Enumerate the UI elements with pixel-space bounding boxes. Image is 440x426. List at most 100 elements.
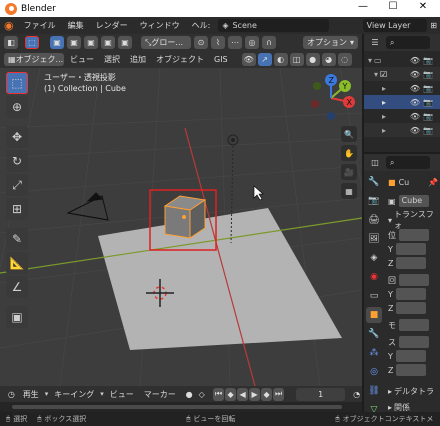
select-mode-subtract-icon[interactable]: ▣ bbox=[84, 36, 98, 49]
collection-tab-icon[interactable]: ▭ bbox=[366, 288, 382, 304]
menu-gis[interactable]: GIS bbox=[210, 55, 232, 64]
overlay-toggle-icon[interactable]: ◐ bbox=[273, 53, 288, 66]
transform-panel-header[interactable]: ▾ トランスフォ bbox=[388, 210, 440, 230]
location-x-field[interactable] bbox=[399, 229, 429, 241]
view-layer-selector[interactable]: View Layer bbox=[362, 19, 428, 32]
select-mode-extend-icon[interactable]: ▣ bbox=[67, 36, 81, 49]
transform-tool-icon[interactable]: ⊞ bbox=[6, 198, 28, 220]
outliner-row[interactable]: ▸ 👁📷 bbox=[364, 123, 440, 137]
relations-header[interactable]: ▸ 関係 bbox=[388, 400, 440, 412]
mode-dropdown[interactable]: ▦ オブジェク... bbox=[4, 53, 64, 66]
menu-view[interactable]: ビュー bbox=[66, 54, 98, 65]
visibility-eye-icon[interactable]: 👁📷 bbox=[410, 98, 436, 107]
close-button[interactable]: ✕ bbox=[408, 1, 438, 12]
timeline-menu-marker[interactable]: マーカー bbox=[140, 389, 180, 400]
properties-search-input[interactable]: ⌕ bbox=[386, 156, 430, 169]
snap-icon[interactable]: ⌇ bbox=[211, 36, 225, 49]
scene-selector[interactable]: ◈ Scene bbox=[218, 19, 329, 32]
render-tab-icon[interactable]: 📷 bbox=[366, 193, 382, 209]
menu-help[interactable]: ヘル: bbox=[186, 20, 217, 31]
visibility-eye-icon[interactable]: 👁📷 bbox=[410, 112, 436, 121]
measure-tool-icon[interactable]: 📐 bbox=[6, 252, 28, 274]
shading-material-icon[interactable]: ◕ bbox=[321, 53, 336, 66]
location-z-field[interactable] bbox=[396, 257, 427, 269]
play-reverse-icon[interactable]: ◀ bbox=[237, 387, 249, 401]
visibility-eye-icon[interactable]: 👁📷 bbox=[410, 70, 436, 79]
scale-y-field[interactable] bbox=[395, 350, 426, 362]
pin-icon[interactable]: 📌 bbox=[428, 178, 438, 187]
ortho-grid-icon[interactable]: ▦ bbox=[341, 183, 357, 199]
cursor-tool-icon[interactable]: ⊕ bbox=[6, 96, 28, 118]
rotation-x-field[interactable] bbox=[399, 274, 429, 286]
particles-tab-icon[interactable]: ⁂ bbox=[366, 345, 382, 361]
location-y-field[interactable] bbox=[395, 243, 426, 255]
shading-rendered-icon[interactable]: ◌ bbox=[337, 53, 352, 66]
xray-toggle-icon[interactable]: ◫ bbox=[289, 53, 304, 66]
gizmo-toggle-icon[interactable]: ↗ bbox=[257, 53, 272, 66]
physics-tab-icon[interactable]: ◎ bbox=[366, 364, 382, 380]
menu-select[interactable]: 選択 bbox=[100, 54, 124, 65]
camera-view-icon[interactable]: 🎥 bbox=[341, 164, 357, 180]
outliner-row[interactable]: ▾ ☑ 👁📷 bbox=[364, 67, 440, 81]
visibility-eye-icon[interactable]: 👁📷 bbox=[410, 56, 436, 65]
outliner-search-input[interactable]: ⌕ bbox=[386, 36, 430, 49]
menu-window[interactable]: ウィンドウ bbox=[134, 20, 186, 31]
tool-tab-icon[interactable]: 🔧 bbox=[366, 174, 382, 190]
data-tab-icon[interactable]: ▽ bbox=[366, 402, 382, 412]
world-tab-icon[interactable]: ◉ bbox=[366, 269, 382, 285]
checkbox-icon[interactable]: ☑ bbox=[380, 70, 387, 79]
rotate-tool-icon[interactable]: ↻ bbox=[6, 150, 28, 172]
object-name-field[interactable]: Cube bbox=[398, 195, 429, 207]
select-mode-intersect-icon[interactable]: ▣ bbox=[118, 36, 132, 49]
maximize-button[interactable]: ☐ bbox=[378, 1, 408, 12]
minimize-button[interactable]: — bbox=[348, 1, 378, 12]
select-mode-new-icon[interactable]: ▣ bbox=[50, 36, 64, 49]
menu-file[interactable]: ファイル bbox=[18, 20, 62, 31]
transform-orientation-dropdown[interactable]: ⤡ グロー... bbox=[141, 36, 191, 49]
object-tab-icon[interactable]: ■ bbox=[366, 307, 382, 323]
menu-object[interactable]: オブジェクト bbox=[152, 54, 208, 65]
annotate-tool-icon[interactable]: ✎ bbox=[6, 228, 28, 250]
select-box-tool-icon[interactable]: ⬚ bbox=[6, 72, 28, 94]
visibility-eye-icon[interactable]: 👁📷 bbox=[410, 126, 436, 135]
constraints-tab-icon[interactable]: ⛓ bbox=[366, 383, 382, 399]
scale-z-field[interactable] bbox=[396, 364, 427, 376]
next-key-icon[interactable]: ◆ bbox=[261, 387, 273, 401]
rotation-mode-dropdown[interactable] bbox=[399, 319, 429, 331]
add-cube-tool-icon[interactable]: ▣ bbox=[6, 306, 28, 328]
pan-hand-icon[interactable]: ✋ bbox=[341, 145, 357, 161]
current-frame-field[interactable]: 1 bbox=[296, 387, 346, 401]
stopwatch-icon[interactable]: ◔ bbox=[351, 387, 362, 401]
play-icon[interactable]: ▶ bbox=[249, 387, 261, 401]
outliner-row[interactable]: ▸ 👁📷 bbox=[364, 109, 440, 123]
jump-end-icon[interactable]: ⏭ bbox=[273, 387, 285, 401]
scale-x-field[interactable] bbox=[399, 336, 429, 348]
timeline-menu-playback[interactable]: 再生 bbox=[19, 389, 43, 400]
outliner-row[interactable]: ▸ 👁📷 bbox=[364, 81, 440, 95]
scale-tool-icon[interactable]: ⤢ bbox=[6, 174, 28, 196]
menu-edit[interactable]: 編集 bbox=[62, 20, 90, 31]
viewport-3d[interactable]: ユーザー・透視投影 (1) Collection | Cube ⬚ ⊕ ✥ ↻ … bbox=[0, 68, 362, 386]
angle-tool-icon[interactable]: ∠ bbox=[6, 276, 28, 298]
shading-solid-icon[interactable]: ● bbox=[305, 53, 320, 66]
auto-keying-icon[interactable]: ● bbox=[183, 387, 195, 401]
rotation-z-field[interactable] bbox=[396, 302, 427, 314]
timeline-scrollbar[interactable] bbox=[12, 405, 342, 409]
blender-menu-icon[interactable]: ◉ bbox=[0, 19, 18, 32]
scene-tab-icon[interactable]: ◈ bbox=[366, 250, 382, 266]
jump-start-icon[interactable]: ⏮ bbox=[213, 387, 225, 401]
menu-render[interactable]: レンダー bbox=[90, 20, 134, 31]
proportional-edit-icon[interactable]: ◎ bbox=[245, 36, 259, 49]
view-layer-options-icon[interactable]: ⊞ bbox=[427, 21, 440, 30]
select-tool-icon[interactable]: ⬚ bbox=[25, 36, 39, 49]
prev-key-icon[interactable]: ◆ bbox=[225, 387, 237, 401]
falloff-icon[interactable]: ∩ bbox=[262, 36, 276, 49]
rotation-y-field[interactable] bbox=[395, 288, 426, 300]
editor-type-icon[interactable]: ◧ bbox=[4, 36, 18, 49]
timeline-editor-icon[interactable]: ◷ bbox=[6, 387, 17, 401]
outliner-row[interactable]: ▾ ▭ 👁📷 bbox=[364, 53, 440, 67]
navigation-gizmo[interactable]: X Y Z bbox=[305, 72, 357, 124]
timeline-menu-keying[interactable]: キーイング bbox=[50, 389, 98, 400]
output-tab-icon[interactable]: 🖨 bbox=[366, 212, 382, 228]
keyframe-icon[interactable]: ◇ bbox=[196, 387, 208, 401]
